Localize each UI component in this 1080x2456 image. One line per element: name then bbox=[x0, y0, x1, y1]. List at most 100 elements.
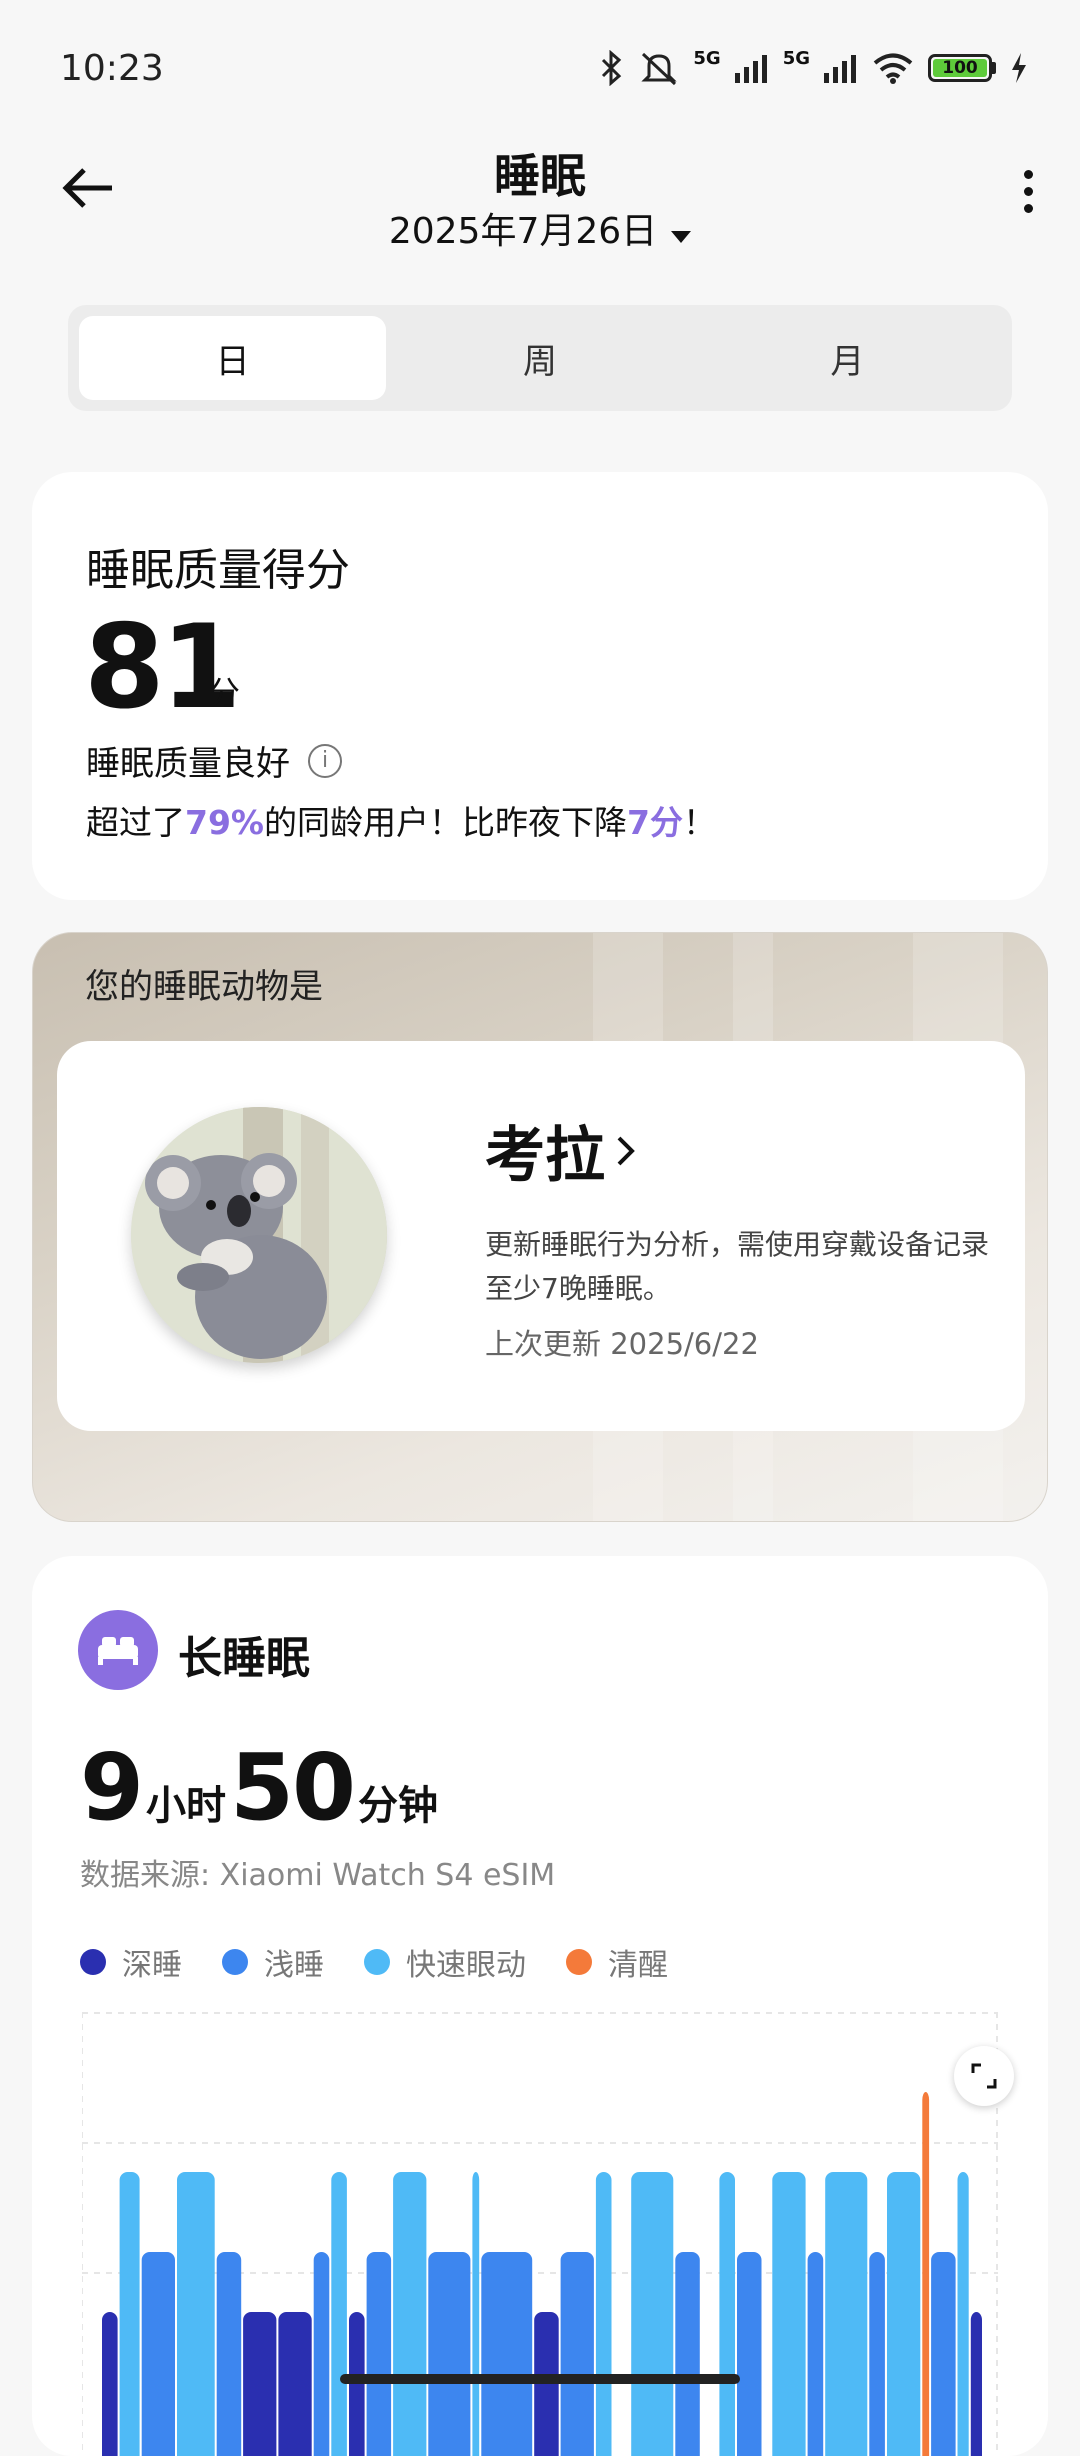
sleep-stage-segment bbox=[313, 2252, 330, 2456]
sleep-stage-segment bbox=[243, 2312, 277, 2456]
animal-last-updated: 上次更新 2025/6/22 bbox=[485, 1327, 759, 1361]
score-comparison: 超过了79%的同龄用户！比昨夜下降7分！ bbox=[86, 796, 716, 844]
sleep-stage-segment bbox=[141, 2252, 175, 2456]
bluetooth-icon bbox=[602, 50, 622, 86]
data-source: 数据来源: Xiaomi Watch S4 eSIM bbox=[80, 1858, 556, 1893]
legend-item-light: 浅睡 bbox=[222, 1940, 324, 1984]
sleep-duration-card: 长睡眠 9 小时 50 分钟 数据来源: Xiaomi Watch S4 eSI… bbox=[32, 1556, 1048, 2456]
signal-icon bbox=[824, 55, 856, 83]
expand-icon bbox=[971, 2063, 997, 2089]
sleep-stage-segment bbox=[595, 2172, 612, 2456]
sleep-stage-segment bbox=[560, 2252, 594, 2456]
sleep-stage-chart[interactable] bbox=[82, 2012, 998, 2456]
sleep-stage-segment bbox=[922, 2092, 930, 2456]
bed-icon bbox=[78, 1610, 158, 1690]
legend-dot-deep bbox=[80, 1949, 106, 1975]
sleep-stage-segment bbox=[119, 2172, 140, 2456]
sleep-stage-segment bbox=[472, 2172, 480, 2456]
score-quality: 睡眠质量良好 i bbox=[86, 736, 342, 785]
compare-drop: 7分 bbox=[627, 803, 683, 842]
more-dot-icon bbox=[1023, 170, 1033, 179]
chevron-down-icon bbox=[671, 213, 692, 254]
duration-hours: 9 bbox=[80, 1734, 144, 1841]
network-5g-label-2: 5G bbox=[782, 48, 810, 69]
date-label: 2025年7月26日 bbox=[388, 211, 658, 252]
sleep-stage-segment bbox=[957, 2172, 969, 2456]
duration-hours-unit: 小时 bbox=[146, 1783, 227, 1829]
page-title: 睡眠 bbox=[494, 149, 586, 203]
sleep-stage-segment bbox=[631, 2172, 674, 2456]
expand-chart-button[interactable] bbox=[954, 2046, 1014, 2106]
animal-name: 考拉 bbox=[485, 1121, 605, 1191]
legend-dot-light bbox=[222, 1949, 248, 1975]
sleep-stage-segment bbox=[278, 2312, 312, 2456]
network-5g-label: 5G bbox=[693, 48, 721, 69]
wifi-icon bbox=[873, 53, 913, 84]
charging-icon bbox=[1012, 53, 1026, 83]
date-picker[interactable]: 2025年7月26日 bbox=[0, 202, 1080, 254]
compare-percent: 79% bbox=[185, 803, 264, 842]
sleep-stage-segment bbox=[534, 2312, 559, 2456]
sleep-stage-segment bbox=[393, 2172, 427, 2456]
sleep-stage-segment bbox=[102, 2312, 118, 2456]
legend-label-awake: 清醒 bbox=[608, 1948, 668, 1983]
more-dot-icon bbox=[1023, 187, 1033, 196]
sleep-stage-segment bbox=[887, 2172, 921, 2456]
compare-mid: 的同龄用户！比昨夜下降 bbox=[264, 803, 627, 842]
animal-description: 更新睡眠行为分析，需使用穿戴设备记录至少7晚睡眠。 bbox=[485, 1228, 990, 1305]
sleep-stage-segment bbox=[807, 2252, 824, 2456]
sleep-score-card[interactable]: 睡眠质量得分 81 分 睡眠质量良好 i 超过了79%的同龄用户！比昨夜下降7分… bbox=[32, 472, 1048, 900]
sleep-stage-segment bbox=[331, 2172, 347, 2456]
signal-icon bbox=[734, 55, 767, 83]
sleep-stage-segment bbox=[177, 2172, 215, 2456]
score-unit: 分 bbox=[208, 674, 241, 712]
legend-item-awake: 清醒 bbox=[566, 1940, 668, 1984]
sleep-stage-segment bbox=[869, 2252, 885, 2456]
status-time: 10:23 bbox=[60, 48, 164, 89]
sleep-stage-segment bbox=[349, 2312, 365, 2456]
mute-bell-icon bbox=[641, 52, 677, 86]
tab-week[interactable]: 周 bbox=[386, 316, 693, 400]
animal-detail-panel[interactable]: 考拉 更新睡眠行为分析，需使用穿戴设备记录至少7晚睡眠。 上次更新 2025/6… bbox=[57, 1041, 1025, 1431]
sleep-stage-legend: 深睡 浅睡 快速眼动 清醒 bbox=[80, 1940, 668, 1984]
sleep-stage-segment bbox=[216, 2252, 242, 2456]
animal-name-link[interactable]: 考拉 bbox=[485, 1107, 637, 1194]
sleep-type-label: 长睡眠 bbox=[178, 1633, 310, 1684]
battery-level: 100 bbox=[933, 59, 987, 77]
chevron-right-icon bbox=[617, 1136, 635, 1165]
tab-month[interactable]: 月 bbox=[694, 316, 1001, 400]
sleep-duration: 9 小时 50 分钟 bbox=[80, 1734, 442, 1841]
sleep-stage-segment bbox=[737, 2252, 762, 2456]
status-bar: 10:23 5G 5G 100 bbox=[0, 0, 1080, 130]
score-title: 睡眠质量得分 bbox=[86, 545, 350, 596]
status-icons: 5G 5G 100 bbox=[597, 48, 1028, 88]
sleep-stage-segment bbox=[931, 2252, 956, 2456]
compare-suffix: ！ bbox=[682, 803, 716, 842]
sleep-stage-segment bbox=[481, 2252, 533, 2456]
legend-item-rem: 快速眼动 bbox=[364, 1940, 526, 1984]
sleep-stage-segment bbox=[825, 2172, 868, 2456]
legend-item-deep: 深睡 bbox=[80, 1940, 182, 1984]
header: 睡眠 2025年7月26日 bbox=[0, 130, 1080, 270]
legend-label-deep: 深睡 bbox=[122, 1948, 182, 1983]
sleep-animal-card: 您的睡眠动物是 考拉 更新睡眠行为分析，需使用穿戴设备记录至少7晚睡眠。 上次更… bbox=[32, 932, 1048, 1522]
tab-day[interactable]: 日 bbox=[79, 316, 387, 400]
info-icon[interactable]: i bbox=[308, 743, 342, 778]
period-tabs: 日 周 月 bbox=[68, 305, 1012, 411]
sleep-stage-segment bbox=[970, 2312, 982, 2456]
sleep-stage-segment bbox=[366, 2252, 392, 2456]
legend-dot-rem bbox=[364, 1949, 390, 1975]
sleep-stage-segment bbox=[772, 2172, 806, 2456]
legend-label-light: 浅睡 bbox=[264, 1948, 324, 1983]
battery-icon: 100 bbox=[928, 54, 996, 82]
home-indicator[interactable] bbox=[340, 2374, 740, 2384]
duration-minutes-unit: 分钟 bbox=[358, 1783, 439, 1829]
compare-prefix: 超过了 bbox=[86, 803, 185, 842]
sleep-stage-segment bbox=[428, 2252, 471, 2456]
koala-illustration bbox=[131, 1107, 387, 1363]
sleep-stage-segment bbox=[675, 2252, 700, 2456]
quality-label: 睡眠质量良好 bbox=[86, 744, 290, 784]
sleep-stage-segment bbox=[719, 2172, 735, 2456]
legend-dot-awake bbox=[566, 1949, 592, 1975]
more-options-button[interactable] bbox=[1016, 170, 1040, 230]
